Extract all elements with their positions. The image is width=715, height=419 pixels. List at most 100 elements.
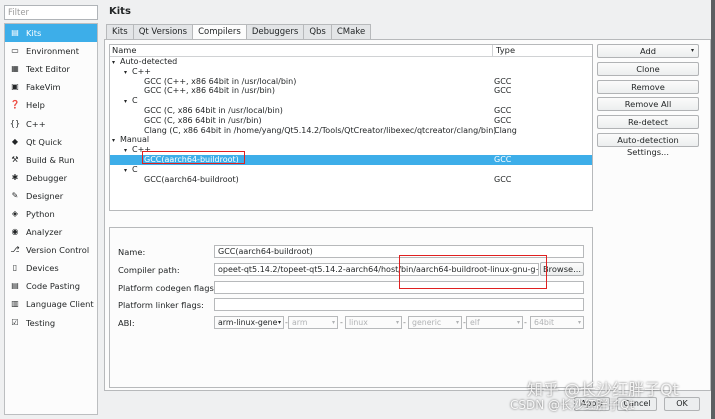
abi-architecture-value: arm (292, 318, 308, 327)
language-client-icon: ▥ (11, 299, 19, 309)
row-name: C++ (132, 66, 151, 76)
sidebar-item-label: FakeVim (26, 82, 61, 93)
abi-word-width-select[interactable]: 64bit ▾ (530, 316, 584, 329)
abi-architecture-select[interactable]: arm ▾ (288, 316, 338, 329)
name-label: Name: (118, 247, 146, 257)
tab-debuggers[interactable]: Debuggers (245, 24, 305, 39)
row-name: GCC (C, x86 64bit in /usr/bin) (144, 115, 262, 125)
sidebar-item-label: Python (26, 208, 55, 219)
add-button-label: Add (639, 46, 657, 56)
row-name: GCC(aarch64-buildroot) (144, 174, 239, 184)
abi-os-select[interactable]: linux ▾ (345, 316, 402, 329)
sidebar-item-testing[interactable]: ☑ Testing (5, 314, 97, 332)
sidebar-item-kits[interactable]: ▤ Kits (5, 24, 97, 43)
abi-separator: - (524, 318, 527, 327)
highlight-box-selected-compiler (142, 151, 245, 164)
sidebar-item-devices[interactable]: ▯ Devices (5, 259, 97, 277)
abi-separator: - (340, 318, 343, 327)
redetect-button[interactable]: Re-detect (597, 115, 699, 129)
abi-select-value: arm-linux-gene (218, 318, 278, 327)
tab-qbs[interactable]: Qbs (303, 24, 332, 39)
tab-qt-versions[interactable]: Qt Versions (132, 24, 194, 39)
abi-os-value: linux (349, 318, 368, 327)
compiler-row[interactable]: GCC (C, x86 64bit in /usr/local/bin) GCC (110, 106, 592, 116)
row-type: Clang (494, 125, 517, 135)
sidebar-item-label: Help (26, 100, 45, 111)
sidebar-item-code-pasting[interactable]: ▤ Code Pasting (5, 277, 97, 295)
sidebar-item-cpp[interactable]: {} C++ (5, 114, 97, 132)
abi-binary-format-select[interactable]: elf ▾ (466, 316, 523, 329)
highlight-box-compiler-path (399, 255, 547, 289)
column-header-type[interactable]: Type (493, 45, 515, 56)
column-header-name[interactable]: Name (110, 45, 493, 56)
tree-header: Name Type (110, 45, 592, 57)
tab-cmake[interactable]: CMake (330, 24, 372, 39)
compiler-row[interactable]: GCC(aarch64-buildroot) GCC (110, 175, 592, 185)
filter-input[interactable]: Filter (4, 5, 98, 20)
abi-flavor-select[interactable]: generic ▾ (408, 316, 462, 329)
remove-all-button[interactable]: Remove All (597, 97, 699, 111)
sidebar-item-text-editor[interactable]: ▦ Text Editor (5, 60, 97, 78)
row-name: Auto-detected (120, 57, 178, 66)
qt-quick-icon: ◆ (11, 136, 19, 146)
sidebar-item-label: C++ (26, 118, 46, 129)
sidebar-item-label: Devices (26, 263, 59, 274)
window-edge (711, 0, 715, 419)
chevron-down-icon: ▾ (516, 319, 520, 326)
compilers-tree[interactable]: Name Type ▾ Auto-detected ▾ C++ GCC (C++, x8… (109, 44, 593, 211)
chevron-down-icon: ▾ (395, 319, 399, 326)
compiler-row[interactable]: Clang (C, x86 64bit in /home/yang/Qt5.14… (110, 126, 592, 136)
sidebar-item-label: Code Pasting (26, 281, 80, 292)
tree-group-row[interactable]: ▾ C (110, 96, 592, 106)
sidebar-item-fakevim[interactable]: ▣ FakeVim (5, 78, 97, 96)
watermark-csdn: CSDN @长沙红胖子Qt (510, 398, 635, 412)
sidebar-item-label: Environment (26, 46, 79, 57)
row-name: GCC (C++, x86 64bit in /usr/bin) (144, 86, 275, 96)
sidebar-item-help[interactable]: ❓ Help (5, 96, 97, 114)
sidebar-item-label: Designer (26, 190, 64, 201)
row-name: GCC (C, x86 64bit in /usr/local/bin) (144, 105, 283, 115)
chevron-down-icon: ▾ (577, 319, 581, 326)
sidebar-item-label: Qt Quick (26, 136, 62, 147)
tree-group-row[interactable]: ▾ C (110, 165, 592, 175)
sidebar-item-label: Kits (26, 28, 42, 39)
abi-flavor-value: generic (412, 318, 442, 327)
abi-word-width-value: 64bit (534, 318, 555, 327)
compiler-row[interactable]: GCC (C++, x86 64bit in /usr/bin) GCC (110, 86, 592, 96)
row-name: Manual (120, 135, 150, 145)
page-title: Kits (109, 6, 131, 17)
chevron-down-icon: ▾ (690, 47, 694, 54)
tree-group-row[interactable]: ▾ C++ (110, 67, 592, 77)
designer-icon: ✎ (11, 190, 19, 200)
linker-flags-field[interactable] (214, 298, 584, 311)
codegen-flags-label: Platform codegen flags: (118, 283, 217, 293)
clone-button[interactable]: Clone (597, 62, 699, 76)
sidebar-item-designer[interactable]: ✎ Designer (5, 187, 97, 205)
compiler-row[interactable]: GCC (C++, x86 64bit in /usr/local/bin) GC… (110, 77, 592, 87)
abi-select[interactable]: arm-linux-gene ▾ (214, 316, 284, 329)
tab-compilers[interactable]: Compilers (192, 24, 247, 40)
sidebar-item-debugger[interactable]: ✱ Debugger (5, 169, 97, 187)
tree-group-row[interactable]: ▾ Auto-detected (110, 57, 592, 67)
linker-flags-label: Platform linker flags: (118, 300, 204, 310)
sidebar-item-environment[interactable]: ▭ Environment (5, 42, 97, 60)
sidebar-item-label: Version Control (26, 245, 90, 256)
sidebar-item-analyzer[interactable]: ◉ Analyzer (5, 223, 97, 241)
tree-group-row[interactable]: ▾ Manual (110, 135, 592, 145)
row-type: GCC (494, 105, 512, 115)
tree-rows: ▾ Auto-detected ▾ C++ GCC (C++, x86 64bit in… (110, 57, 592, 184)
tab-kits[interactable]: Kits (106, 24, 134, 39)
python-icon: ◈ (11, 208, 19, 218)
auto-detection-settings-button[interactable]: Auto-detection Settings... (597, 133, 699, 157)
sidebar-item-language-client[interactable]: ▥ Language Client (5, 295, 97, 313)
add-button[interactable]: Add ▾ (597, 44, 699, 58)
sidebar-item-build-run[interactable]: ⚒ Build & Run (5, 151, 97, 169)
sidebar-item-version-control[interactable]: ⎇ Version Control (5, 241, 97, 259)
compiler-row[interactable]: GCC (C, x86 64bit in /usr/bin) GCC (110, 116, 592, 126)
sidebar-item-qt-quick[interactable]: ◆ Qt Quick (5, 133, 97, 151)
row-type: GCC (494, 174, 512, 184)
remove-button[interactable]: Remove (597, 80, 699, 94)
row-name: Clang (C, x86 64bit in /home/yang/Qt5.14… (144, 125, 497, 135)
debugger-icon: ✱ (11, 172, 19, 182)
sidebar-item-python[interactable]: ◈ Python (5, 205, 97, 223)
